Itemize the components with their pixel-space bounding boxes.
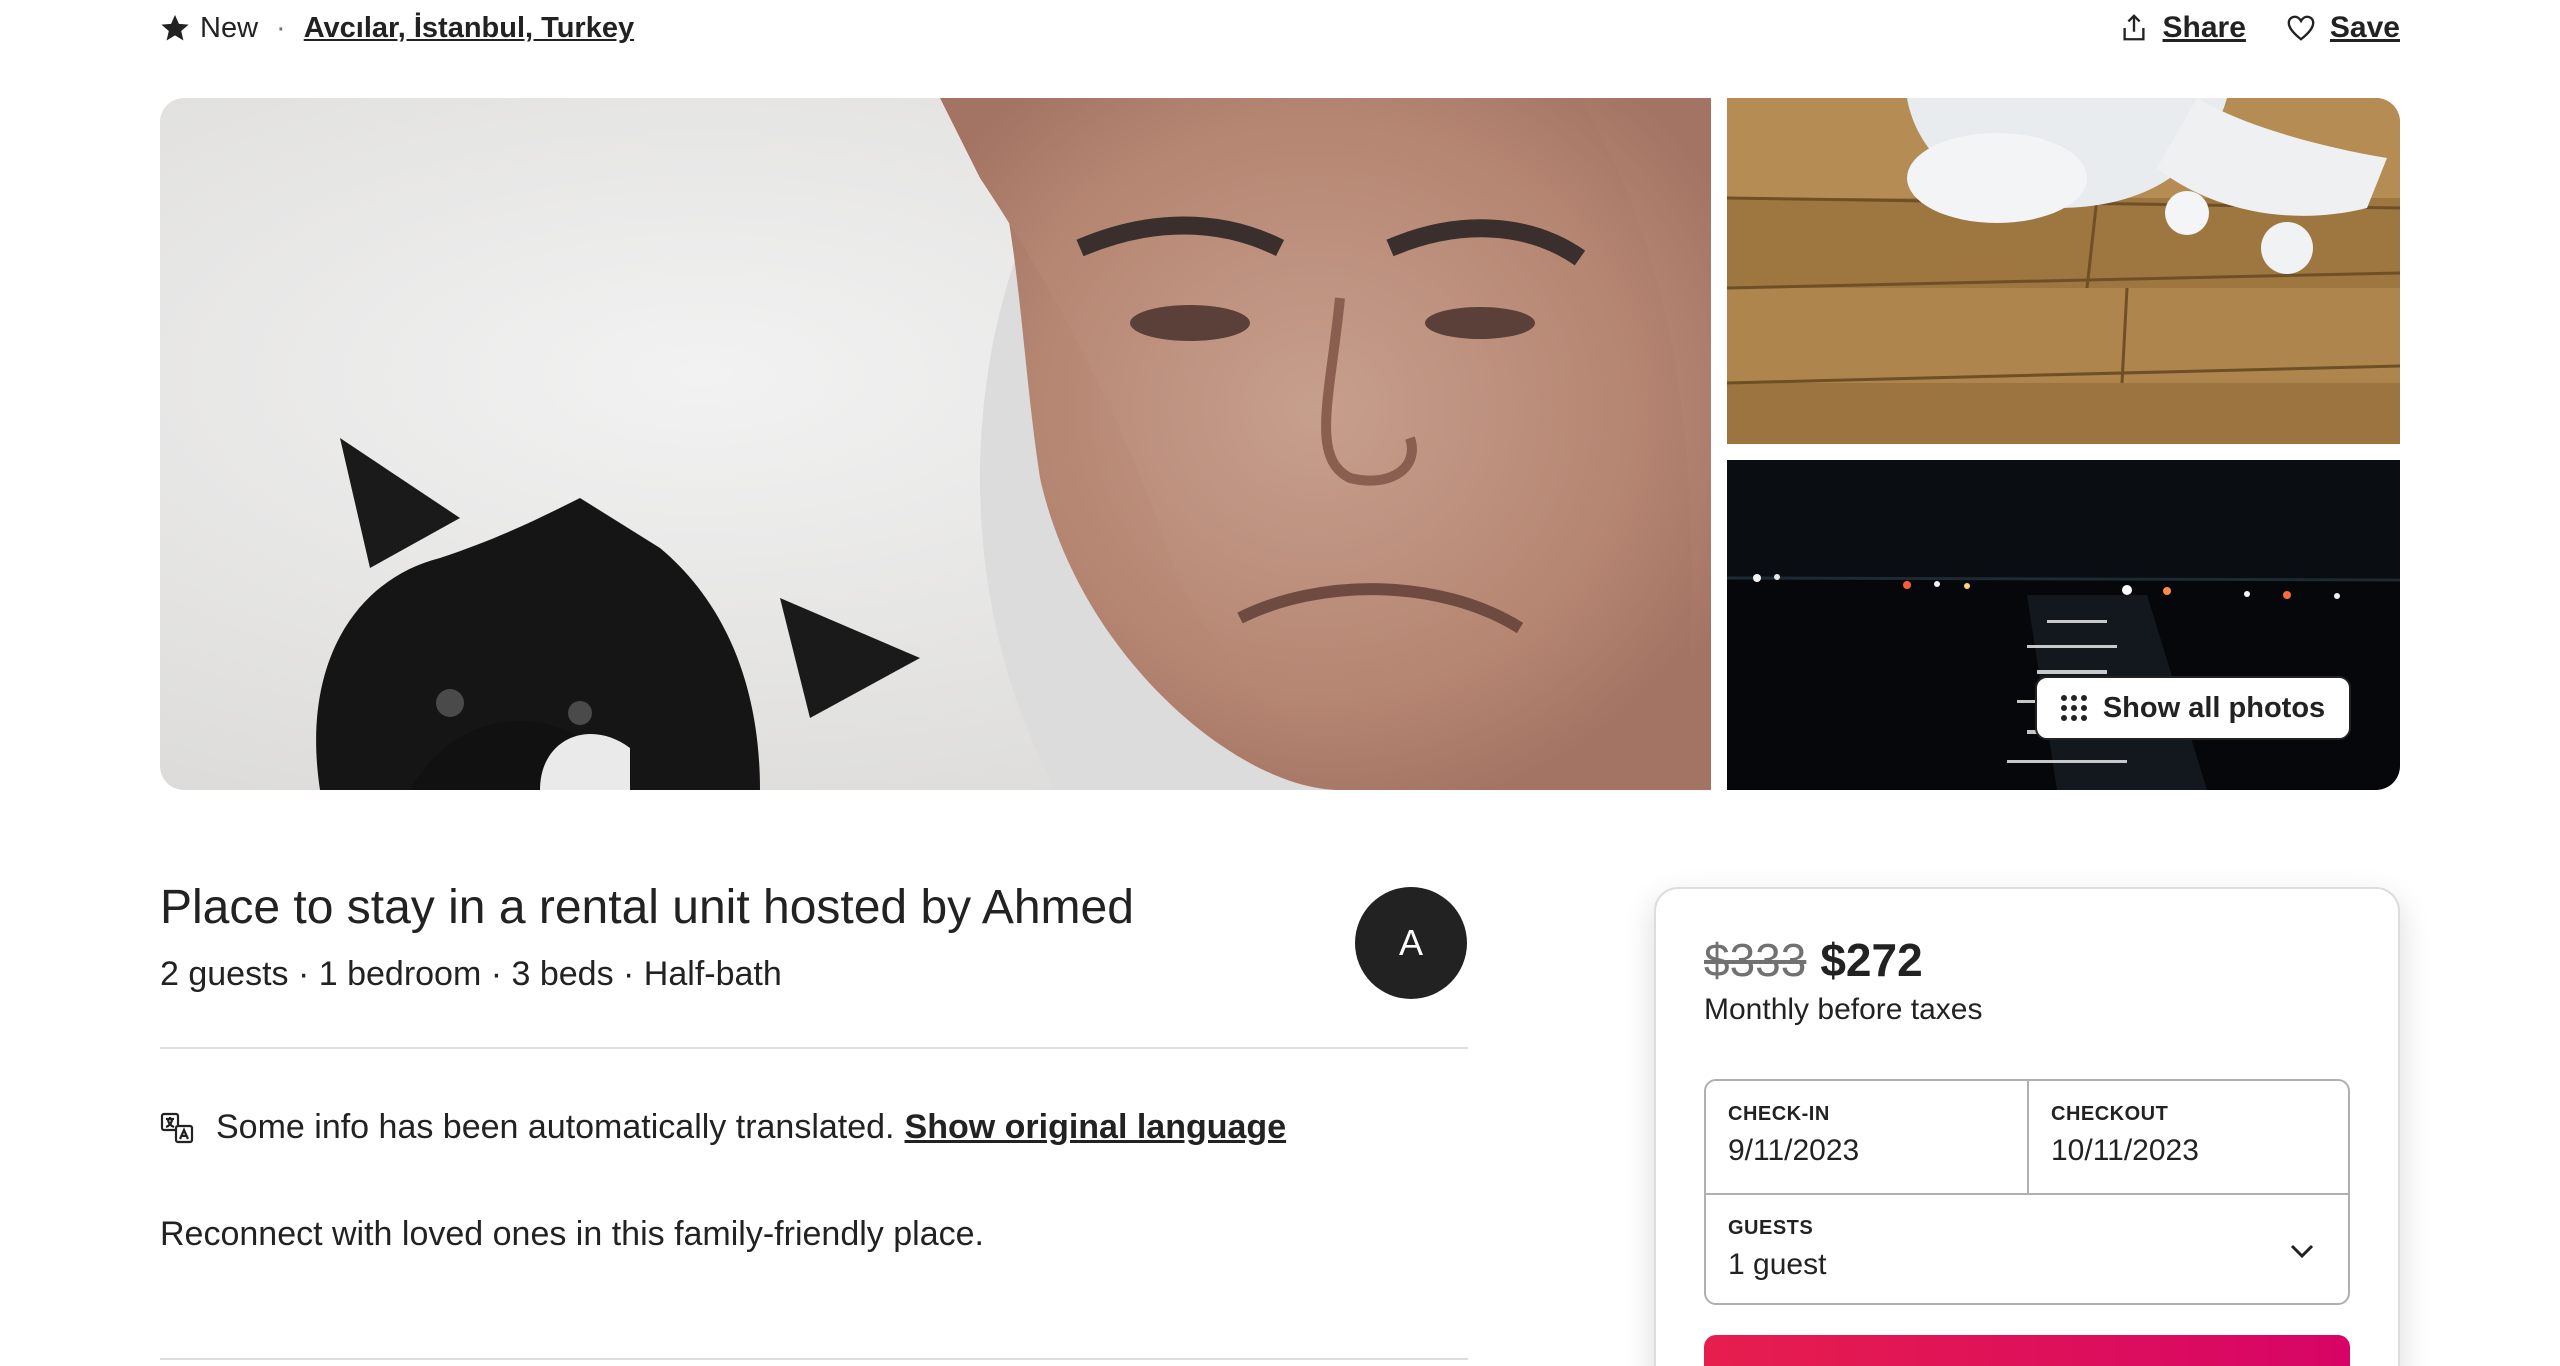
listing-description: Reconnect with loved ones in this family… <box>160 1215 984 1253</box>
checkin-value: 9/11/2023 <box>1728 1134 1860 1167</box>
section-divider <box>160 1047 1468 1049</box>
grid-icon <box>2060 695 2087 721</box>
listing-meta-row: New · Avcılar, İstanbul, Turkey <box>160 8 634 48</box>
section-divider-2 <box>160 1358 1468 1360</box>
share-button[interactable]: Share <box>2119 11 2246 45</box>
location-link[interactable]: Avcılar, İstanbul, Turkey <box>304 12 634 45</box>
star-icon <box>161 14 189 41</box>
show-all-photos-label: Show all photos <box>2102 691 2326 724</box>
photo-top-right[interactable] <box>1727 98 2400 444</box>
main-photo[interactable] <box>160 98 1711 790</box>
checkin-field[interactable]: CHECK-IN 9/11/2023 <box>1706 1081 2029 1193</box>
photo-bottom-right[interactable] <box>1727 460 2400 790</box>
guests-label: GUESTS <box>1728 1217 1814 1239</box>
show-all-photos-button[interactable]: Show all photos <box>2035 676 2351 740</box>
translation-notice: Some info has been automatically transla… <box>160 1108 1286 1147</box>
host-with-kitten-photo <box>160 98 1711 790</box>
checkout-value: 10/11/2023 <box>2051 1134 2199 1167</box>
reserve-button[interactable] <box>1704 1335 2350 1366</box>
sea-at-night-photo <box>1727 460 2400 790</box>
booking-inputs: CHECK-IN 9/11/2023 CHECKOUT 10/11/2023 G… <box>1704 1079 2350 1305</box>
host-avatar[interactable]: A <box>1355 887 1467 999</box>
white-kitten-photo <box>1727 98 2400 444</box>
listing-title: Place to stay in a rental unit hosted by… <box>160 881 1134 934</box>
original-price: $333 <box>1704 934 1807 986</box>
listing-page: New · Avcılar, İstanbul, Turkey Share Sa… <box>0 0 2560 1366</box>
save-button[interactable]: Save <box>2286 11 2400 45</box>
price-row: $333 $272 <box>1704 933 1923 987</box>
translation-text: Some info has been automatically transla… <box>216 1108 895 1146</box>
chevron-down-icon <box>2290 1244 2314 1259</box>
show-original-language-link[interactable]: Show original language <box>905 1108 1287 1147</box>
rating-label: New <box>200 11 259 44</box>
heart-icon <box>2287 15 2315 41</box>
share-label: Share <box>2162 11 2246 44</box>
meta-separator: · <box>276 11 286 44</box>
translate-icon <box>160 1112 194 1143</box>
checkin-label: CHECK-IN <box>1728 1103 1830 1125</box>
checkout-field[interactable]: CHECKOUT 10/11/2023 <box>2029 1081 2350 1193</box>
guests-value: 1 guest <box>1728 1248 1827 1281</box>
guests-select[interactable]: GUESTS 1 guest <box>1706 1193 2348 1305</box>
save-label: Save <box>2329 11 2400 44</box>
discounted-price: $272 <box>1820 934 1923 986</box>
listing-actions: Share Save <box>2119 8 2400 48</box>
checkout-label: CHECKOUT <box>2051 1103 2169 1125</box>
share-icon <box>2122 14 2145 41</box>
listing-details: 2 guests · 1 bedroom · 3 beds · Half-bat… <box>160 955 782 993</box>
price-note: Monthly before taxes <box>1704 993 1983 1026</box>
booking-card: $333 $272 Monthly before taxes CHECK-IN … <box>1654 887 2400 1366</box>
